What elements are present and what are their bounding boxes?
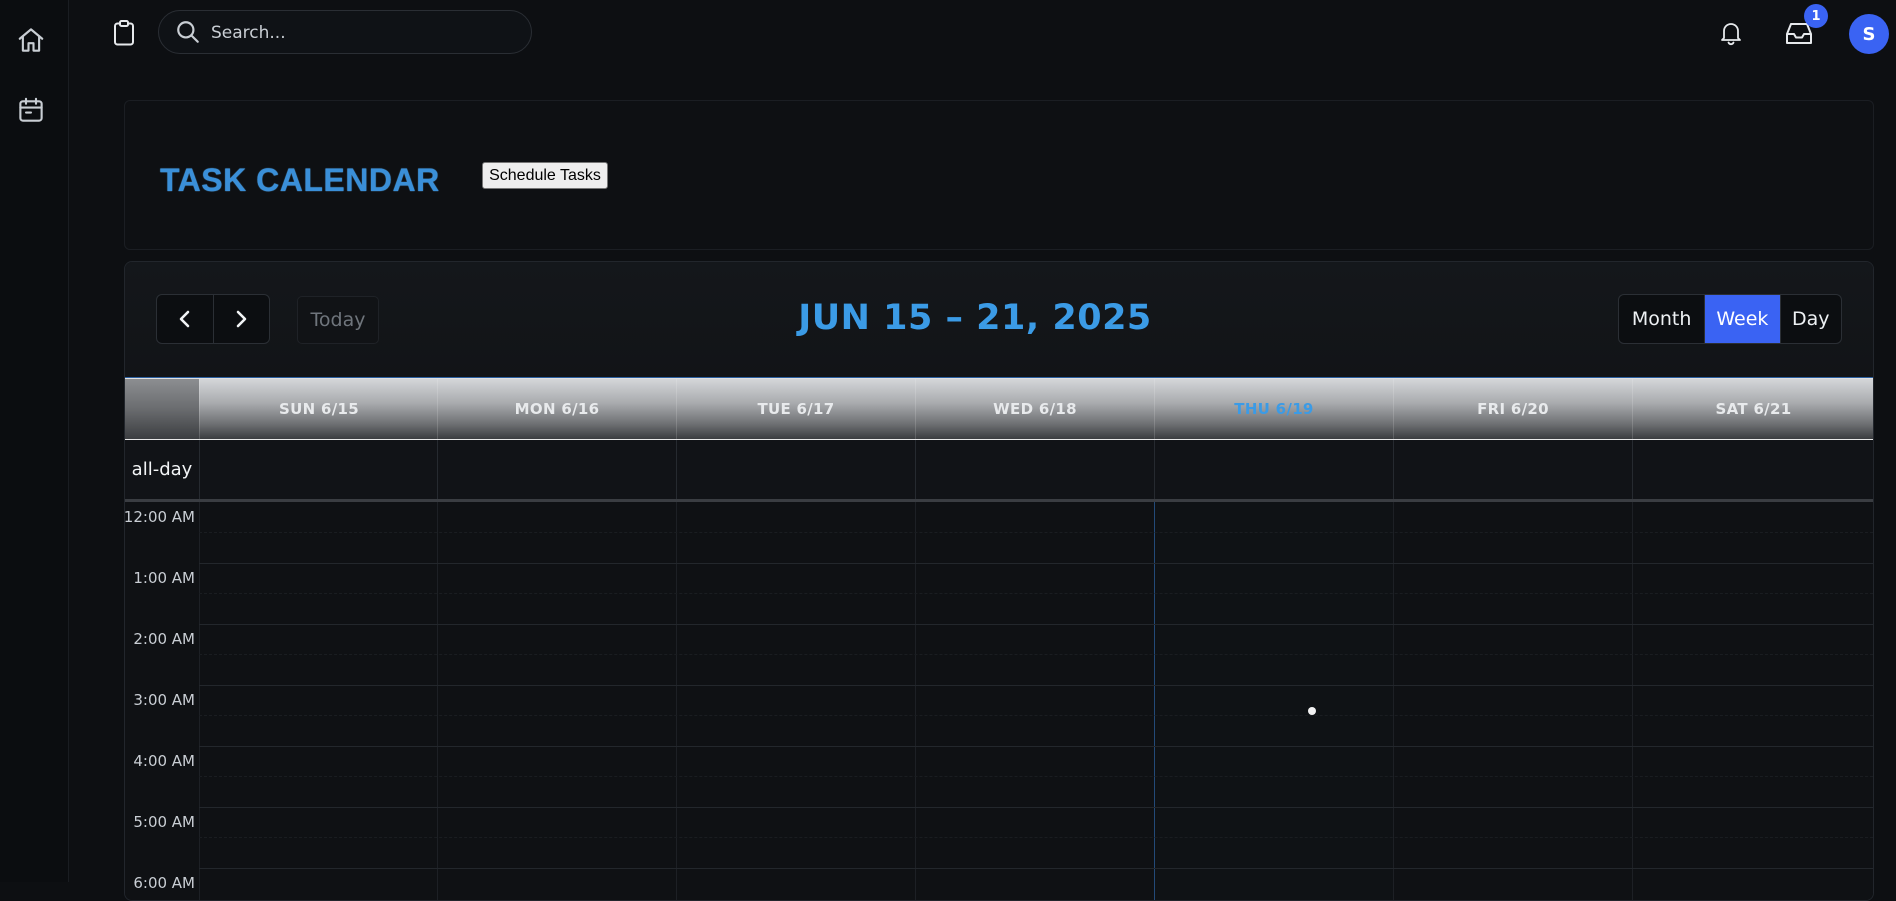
inbox-count-badge: 1 <box>1804 4 1828 28</box>
today-button[interactable]: Today <box>297 296 379 344</box>
time-label: 6:00 AM <box>133 874 195 892</box>
time-label: 1:00 AM <box>133 569 195 587</box>
day-header-thu[interactable]: THU 6/19 <box>1154 379 1393 439</box>
date-range-title: JUN 15 – 21, 2025 <box>798 298 1152 338</box>
bell-icon[interactable] <box>1718 19 1744 47</box>
hour-line <box>199 746 1873 747</box>
day-column[interactable] <box>1632 502 1873 900</box>
day-header-tue[interactable]: TUE 6/17 <box>676 379 915 439</box>
half-hour-line <box>199 776 1873 777</box>
time-label: 3:00 AM <box>133 691 195 709</box>
day-column[interactable] <box>199 502 438 900</box>
view-switcher: Month Week Day <box>1618 294 1842 344</box>
time-label: 4:00 AM <box>133 752 195 770</box>
prev-button[interactable] <box>157 295 213 343</box>
page-title: TASK CALENDAR <box>160 162 440 198</box>
left-rail <box>0 0 69 882</box>
search-icon <box>175 19 201 45</box>
all-day-row: all-day <box>125 440 1873 502</box>
time-label: 12:00 AM <box>124 508 195 526</box>
calendar-icon[interactable] <box>15 94 47 126</box>
day-header-row: SUN 6/15 MON 6/16 TUE 6/17 WED 6/18 THU … <box>125 378 1873 440</box>
day-header-sun[interactable]: SUN 6/15 <box>199 379 438 439</box>
day-header-fri[interactable]: FRI 6/20 <box>1393 379 1632 439</box>
home-icon[interactable] <box>15 24 47 56</box>
all-day-cell[interactable] <box>915 440 1154 499</box>
clipboard-icon[interactable] <box>110 18 138 48</box>
search-input[interactable] <box>209 19 513 47</box>
half-hour-line <box>199 837 1873 838</box>
day-column[interactable] <box>915 502 1154 900</box>
all-day-cell[interactable] <box>1154 440 1393 499</box>
next-button[interactable] <box>212 295 270 343</box>
half-hour-line <box>199 532 1873 533</box>
all-day-cell[interactable] <box>199 440 438 499</box>
calendar: Today JUN 15 – 21, 2025 Month Week Day S… <box>124 261 1874 901</box>
nav-group <box>156 294 270 344</box>
day-header-sat[interactable]: SAT 6/21 <box>1632 379 1873 439</box>
time-grid: 12:00 AM 1:00 AM 2:00 AM 3:00 AM 4:00 AM… <box>124 502 1873 900</box>
half-hour-line <box>199 654 1873 655</box>
all-day-cell[interactable] <box>1632 440 1873 499</box>
time-label: 2:00 AM <box>133 630 195 648</box>
day-header-mon[interactable]: MON 6/16 <box>437 379 676 439</box>
half-hour-line <box>199 593 1873 594</box>
all-day-cell[interactable] <box>676 440 915 499</box>
half-hour-line <box>199 715 1873 716</box>
cursor-dot <box>1308 707 1316 715</box>
day-column-today[interactable] <box>1154 502 1394 900</box>
time-gutter: 12:00 AM 1:00 AM 2:00 AM 3:00 AM 4:00 AM… <box>124 502 200 900</box>
hour-line <box>199 868 1873 869</box>
hour-line <box>199 563 1873 564</box>
hour-line <box>199 685 1873 686</box>
day-column[interactable] <box>437 502 676 900</box>
calendar-toolbar: Today JUN 15 – 21, 2025 Month Week Day <box>125 262 1873 378</box>
chevron-left-icon <box>176 309 194 329</box>
avatar[interactable]: S <box>1849 14 1889 54</box>
chevron-right-icon <box>232 309 250 329</box>
view-week-button[interactable]: Week <box>1705 295 1780 343</box>
day-column[interactable] <box>1393 502 1632 900</box>
view-day-button[interactable]: Day <box>1779 295 1841 343</box>
all-day-cell[interactable] <box>1393 440 1632 499</box>
time-label: 5:00 AM <box>133 813 195 831</box>
header-gutter <box>125 379 199 439</box>
view-month-button[interactable]: Month <box>1619 295 1706 343</box>
day-column[interactable] <box>676 502 915 900</box>
hour-line <box>199 624 1873 625</box>
day-header-wed[interactable]: WED 6/18 <box>915 379 1154 439</box>
all-day-cell[interactable] <box>437 440 676 499</box>
schedule-tasks-button[interactable]: Schedule Tasks <box>482 162 608 189</box>
search-box[interactable] <box>158 10 532 54</box>
all-day-label: all-day <box>125 440 200 499</box>
hour-line <box>199 807 1873 808</box>
